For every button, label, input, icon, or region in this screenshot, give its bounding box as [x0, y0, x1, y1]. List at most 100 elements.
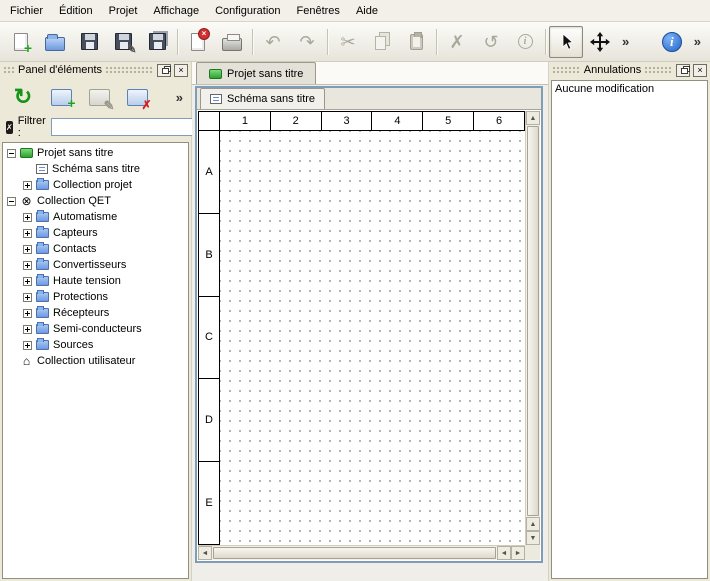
undo-history-list[interactable]: Aucune modification — [551, 80, 708, 579]
horizontal-scroll-track[interactable] — [212, 546, 497, 560]
open-folder-icon — [45, 37, 65, 51]
menu-projet[interactable]: Projet — [101, 2, 146, 20]
expand-expander-icon[interactable] — [23, 213, 32, 222]
horizontal-scrollbar[interactable]: ◄ ◄ ► — [198, 545, 525, 560]
filter-input[interactable] — [51, 118, 201, 136]
save-as-button[interactable]: ✎ — [106, 26, 140, 58]
close-document-button[interactable]: × — [181, 26, 215, 58]
save-all-icon — [149, 33, 166, 50]
move-tool-button[interactable] — [583, 26, 617, 58]
vertical-scrollbar[interactable]: ▲ ▲ ▼ — [525, 111, 540, 545]
vertical-scroll-track[interactable] — [526, 125, 540, 517]
tree-item-schema[interactable]: Schéma sans titre — [3, 161, 188, 177]
tree-item-label: Convertisseurs — [53, 259, 126, 271]
rotate-button[interactable]: ↺ — [474, 26, 508, 58]
vertical-scroll-thumb[interactable] — [527, 126, 539, 516]
column-header: 1 — [220, 111, 271, 131]
tree-item-label: Collection utilisateur — [37, 355, 135, 367]
new-document-button[interactable]: + — [4, 26, 38, 58]
menu-edition[interactable]: Édition — [51, 2, 101, 20]
tree-item-label: Schéma sans titre — [52, 163, 140, 175]
scroll-up-button[interactable]: ▲ — [526, 111, 540, 125]
expand-expander-icon[interactable] — [23, 277, 32, 286]
project-icon — [20, 148, 33, 158]
undo-dock-titlebar[interactable]: Annulations × — [549, 62, 710, 78]
expand-expander-icon[interactable] — [23, 245, 32, 254]
print-button[interactable] — [215, 26, 249, 58]
copy-icon — [375, 36, 386, 50]
expand-expander-icon[interactable] — [23, 181, 32, 190]
undo-button[interactable]: ↶ — [256, 26, 290, 58]
open-project-button[interactable] — [38, 26, 72, 58]
expand-expander-icon[interactable] — [23, 325, 32, 334]
redo-button[interactable]: ↷ — [290, 26, 324, 58]
scroll-up-button-2[interactable]: ▲ — [526, 517, 540, 531]
new-element-button[interactable]: + — [46, 82, 76, 112]
scroll-right-button[interactable]: ► — [511, 546, 525, 560]
tree-item-projet[interactable]: Projet sans titre — [3, 145, 188, 161]
expand-expander-icon[interactable] — [23, 309, 32, 318]
tree-item-label: Protections — [53, 291, 108, 303]
tree-item-convertisseurs[interactable]: Convertisseurs — [3, 257, 188, 273]
tree-item-automatisme[interactable]: Automatisme — [3, 209, 188, 225]
tree-item-collection-qet[interactable]: ⊗ Collection QET — [3, 193, 188, 209]
collapse-expander-icon[interactable] — [7, 149, 16, 158]
close-dock-button[interactable]: × — [174, 64, 188, 77]
menu-fenetres[interactable]: Fenêtres — [289, 2, 348, 20]
cut-button[interactable]: ✂ — [331, 26, 365, 58]
right-overflow-button[interactable]: » — [689, 26, 706, 58]
tree-item-label: Collection projet — [53, 179, 132, 191]
tree-item-haute-tension[interactable]: Haute tension — [3, 273, 188, 289]
close-dock-button[interactable]: × — [693, 64, 707, 77]
copy-button[interactable] — [365, 26, 399, 58]
collapse-expander-icon[interactable] — [7, 197, 16, 206]
expand-expander-icon[interactable] — [23, 293, 32, 302]
delete-selection-button[interactable]: ✗ — [440, 26, 474, 58]
edit-element-button[interactable]: ✎ — [84, 82, 114, 112]
tab-schema-sans-titre[interactable]: Schéma sans titre — [200, 88, 325, 109]
help-info-button[interactable]: i — [655, 26, 689, 58]
expand-expander-icon[interactable] — [23, 229, 32, 238]
properties-button[interactable]: i — [508, 26, 542, 58]
scroll-left-button[interactable]: ◄ — [198, 546, 212, 560]
save-button[interactable] — [72, 26, 106, 58]
project-tab-label: Projet sans titre — [227, 68, 303, 80]
select-tool-button[interactable] — [549, 26, 583, 58]
main-toolbar: + ✎ × ↶ ↷ ✂ — [0, 22, 710, 62]
float-dock-button[interactable] — [676, 64, 690, 77]
reload-collections-button[interactable]: ↻ — [8, 82, 38, 112]
menu-fichier[interactable]: Fichier — [2, 2, 51, 20]
tree-item-label: Capteurs — [53, 227, 98, 239]
tab-projet-sans-titre[interactable]: Projet sans titre — [196, 62, 316, 84]
tree-item-sources[interactable]: Sources — [3, 337, 188, 353]
expand-expander-icon[interactable] — [23, 341, 32, 350]
menu-configuration[interactable]: Configuration — [207, 2, 288, 20]
tree-item-label: Automatisme — [53, 211, 117, 223]
paste-button[interactable] — [399, 26, 433, 58]
scroll-down-button[interactable]: ▼ — [526, 531, 540, 545]
toolbar-separator — [252, 29, 253, 55]
diagram-grid-canvas[interactable] — [220, 131, 525, 545]
panel-overflow-button[interactable]: » — [176, 90, 183, 105]
float-dock-button[interactable] — [157, 64, 171, 77]
tree-item-protections[interactable]: Protections — [3, 289, 188, 305]
tools-overflow-button[interactable]: » — [617, 26, 634, 58]
diagram-sheet[interactable]: 1 2 3 4 5 6 A B C — [198, 111, 525, 545]
horizontal-scroll-thumb[interactable] — [213, 547, 496, 559]
tree-item-recepteurs[interactable]: Récepteurs — [3, 305, 188, 321]
tree-item-collection-projet[interactable]: Collection projet — [3, 177, 188, 193]
tree-item-contacts[interactable]: Contacts — [3, 241, 188, 257]
tree-item-capteurs[interactable]: Capteurs — [3, 225, 188, 241]
save-all-button[interactable] — [140, 26, 174, 58]
filter-label: Filtrer : — [18, 115, 46, 139]
elements-panel-titlebar[interactable]: Panel d'éléments × — [0, 62, 191, 78]
tree-item-collection-utilisateur[interactable]: ⌂ Collection utilisateur — [3, 353, 188, 369]
menu-affichage[interactable]: Affichage — [145, 2, 207, 20]
menu-aide[interactable]: Aide — [348, 2, 386, 20]
ruler-corner — [198, 111, 220, 131]
tree-item-semi-conducteurs[interactable]: Semi-conducteurs — [3, 321, 188, 337]
folder-icon — [36, 292, 49, 302]
scroll-left-button-2[interactable]: ◄ — [497, 546, 511, 560]
delete-element-button[interactable]: ✗ — [122, 82, 152, 112]
expand-expander-icon[interactable] — [23, 261, 32, 270]
